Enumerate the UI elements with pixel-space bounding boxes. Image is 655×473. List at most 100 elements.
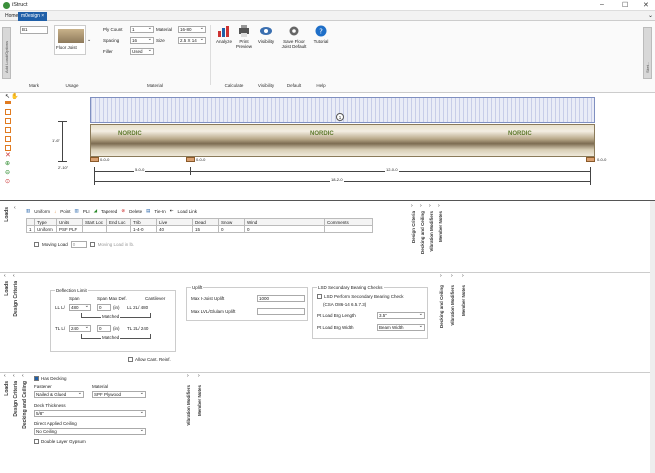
row-trib[interactable]: 1-4-0 bbox=[130, 225, 157, 233]
print-preview-button[interactable]: Print Preview bbox=[234, 25, 254, 49]
expand-arrow-icon[interactable]: › bbox=[429, 203, 431, 209]
expand-arrow-icon[interactable]: › bbox=[438, 203, 440, 209]
support-middle[interactable] bbox=[186, 157, 195, 162]
tutorial-button[interactable]: ? Tutorial bbox=[310, 25, 332, 44]
delete-icon[interactable]: ✕ bbox=[5, 151, 11, 159]
row-snow[interactable]: 0 bbox=[218, 225, 245, 233]
tapered-load-tool-icon[interactable] bbox=[5, 127, 11, 133]
tab-member-notes[interactable]: Member Notes bbox=[438, 211, 443, 242]
loads-side-tab[interactable]: Loads bbox=[4, 207, 10, 222]
tab-member-notes[interactable]: Member Notes bbox=[197, 385, 202, 416]
moving-load-lb-checkbox[interactable] bbox=[89, 242, 95, 247]
ll-select[interactable]: 480 bbox=[69, 303, 91, 311]
row-live[interactable]: 40 bbox=[156, 225, 193, 233]
maximize-button[interactable]: ☐ bbox=[622, 1, 628, 9]
max-ijoist-uplift-input[interactable]: 1000 bbox=[257, 295, 305, 302]
fastener-select[interactable]: Nailed & Glued bbox=[34, 390, 84, 398]
ceiling-select[interactable]: No Ceiling bbox=[34, 427, 146, 435]
decking-and-ceiling-side-tab[interactable]: Decking and Ceiling bbox=[22, 381, 28, 429]
tab-vibration-modifiers[interactable]: Vibration Modifiers bbox=[450, 285, 455, 326]
lsd-perform-checkbox[interactable] bbox=[317, 294, 322, 299]
support-right[interactable] bbox=[586, 157, 595, 162]
mark-input[interactable]: B1 bbox=[20, 26, 48, 34]
tab-m0esign[interactable]: m0esign × bbox=[18, 12, 48, 21]
material-select[interactable]: 16-80 bbox=[178, 25, 206, 33]
collapse-arrow-icon[interactable]: ‹ bbox=[14, 205, 16, 211]
moving-load-checkbox[interactable] bbox=[34, 242, 39, 247]
tab-design-criteria[interactable]: Design Criteria bbox=[411, 211, 416, 243]
collapse-arrow-icon[interactable]: ‹ bbox=[13, 373, 15, 379]
chevron-down-icon[interactable]: ⌄ bbox=[648, 12, 653, 19]
tab-vibration-modifiers[interactable]: Vibration Modifiers bbox=[186, 385, 191, 426]
expand-arrow-icon[interactable]: › bbox=[420, 203, 422, 209]
design-criteria-side-tab[interactable]: Design Criteria bbox=[13, 281, 19, 317]
filler-select[interactable]: Used bbox=[130, 47, 154, 55]
tl-select[interactable]: 240 bbox=[69, 324, 91, 332]
expand-arrow-icon[interactable]: › bbox=[440, 273, 442, 279]
pt-load-brg-length-select[interactable]: 3.5" bbox=[377, 311, 425, 319]
row-dead[interactable]: 15 bbox=[192, 225, 219, 233]
collapse-arrow-icon[interactable]: ‹ bbox=[4, 373, 6, 379]
expand-arrow-icon[interactable]: › bbox=[198, 373, 200, 379]
deck-thickness-select[interactable]: 5/8" bbox=[34, 409, 146, 417]
left-collapsed-strip[interactable]: Add Load/Options bbox=[2, 27, 11, 79]
zoom-in-icon[interactable]: ⊕ bbox=[5, 160, 10, 167]
row-start-loc[interactable] bbox=[82, 225, 107, 233]
collapse-arrow-icon[interactable]: ‹ bbox=[4, 273, 6, 279]
table-row[interactable]: 1 Uniform PSF PLF 1-4-0 40 15 0 0 bbox=[26, 225, 373, 233]
pointer-icon[interactable]: ↖ bbox=[5, 93, 10, 100]
tl-in-input[interactable]: 0 bbox=[97, 325, 111, 332]
double-layer-gypsum-checkbox[interactable] bbox=[34, 439, 39, 444]
collapse-arrow-icon[interactable]: ‹ bbox=[13, 273, 15, 279]
close-button[interactable]: ✕ bbox=[643, 1, 649, 9]
expand-arrow-icon[interactable]: › bbox=[462, 273, 464, 279]
delete-button[interactable]: Delete bbox=[129, 209, 142, 214]
support-left[interactable] bbox=[90, 157, 99, 162]
pli-button[interactable]: PLI bbox=[83, 209, 90, 214]
analyze-button[interactable]: Analyze bbox=[214, 25, 234, 44]
allow-cant-reinf-checkbox[interactable] bbox=[128, 357, 133, 362]
row-type[interactable]: Uniform bbox=[34, 225, 57, 233]
design-criteria-side-tab[interactable]: Design Criteria bbox=[13, 381, 19, 417]
tab-decking-and-ceiling[interactable]: Decking and Ceiling bbox=[420, 211, 425, 254]
zoom-fit-icon[interactable]: ⊙ bbox=[5, 178, 10, 185]
point-button[interactable]: Point bbox=[60, 209, 70, 214]
has-decking-checkbox[interactable] bbox=[34, 376, 39, 381]
point-load-tool-icon[interactable] bbox=[5, 109, 11, 115]
pli-load-tool-icon[interactable] bbox=[5, 118, 11, 124]
hand-icon[interactable]: ✋ bbox=[11, 93, 18, 100]
tapered-button[interactable]: Tapered bbox=[101, 209, 117, 214]
collapse-arrow-icon[interactable]: ‹ bbox=[22, 373, 24, 379]
load-marker[interactable]: 1 bbox=[336, 113, 344, 121]
moving-load-input[interactable]: 0 bbox=[70, 241, 87, 248]
row-end-loc[interactable] bbox=[106, 225, 131, 233]
right-collapsed-strip[interactable]: Sket... bbox=[643, 27, 652, 79]
uniform-button[interactable]: Uniform bbox=[34, 209, 50, 214]
save-floor-joist-default-button[interactable]: Save Floor Joist Default bbox=[280, 25, 308, 49]
support-tool-icon[interactable] bbox=[5, 136, 11, 142]
row-wind[interactable]: 0 bbox=[244, 225, 325, 233]
row-units[interactable]: PSF PLF bbox=[56, 225, 83, 233]
tab-decking-and-ceiling[interactable]: Decking and Ceiling bbox=[439, 285, 444, 328]
ply-count-select[interactable]: 1 bbox=[130, 25, 154, 33]
tab-member-notes[interactable]: Member Notes bbox=[461, 285, 466, 316]
max-lvl-uplift-input[interactable] bbox=[257, 308, 305, 315]
load-link-button[interactable]: Load Link bbox=[178, 209, 198, 214]
row-comments[interactable] bbox=[324, 225, 373, 233]
uniform-load-tool-icon[interactable] bbox=[5, 101, 11, 104]
zoom-out-icon[interactable]: ⊖ bbox=[5, 169, 10, 176]
minimize-button[interactable]: – bbox=[600, 1, 604, 8]
decking-material-select[interactable]: SPF Plywood bbox=[92, 390, 146, 398]
usage-selector[interactable]: Floor Joist bbox=[54, 25, 86, 55]
usage-dropdown-icon[interactable]: ⌄ bbox=[87, 37, 91, 43]
size-select[interactable]: 2.5 X 14 bbox=[178, 36, 206, 44]
vertical-scrollbar[interactable] bbox=[650, 201, 655, 473]
joist-beam[interactable] bbox=[90, 124, 595, 157]
visibility-button[interactable]: Visibility bbox=[256, 25, 276, 44]
expand-arrow-icon[interactable]: › bbox=[411, 203, 413, 209]
expand-arrow-icon[interactable]: › bbox=[451, 273, 453, 279]
spacing-select[interactable]: 16 bbox=[130, 36, 154, 44]
tab-vibration-modifiers[interactable]: Vibration Modifiers bbox=[429, 211, 434, 252]
loads-side-tab[interactable]: Loads bbox=[4, 281, 10, 296]
pt-load-brg-width-select[interactable]: Beam Width bbox=[377, 323, 425, 331]
